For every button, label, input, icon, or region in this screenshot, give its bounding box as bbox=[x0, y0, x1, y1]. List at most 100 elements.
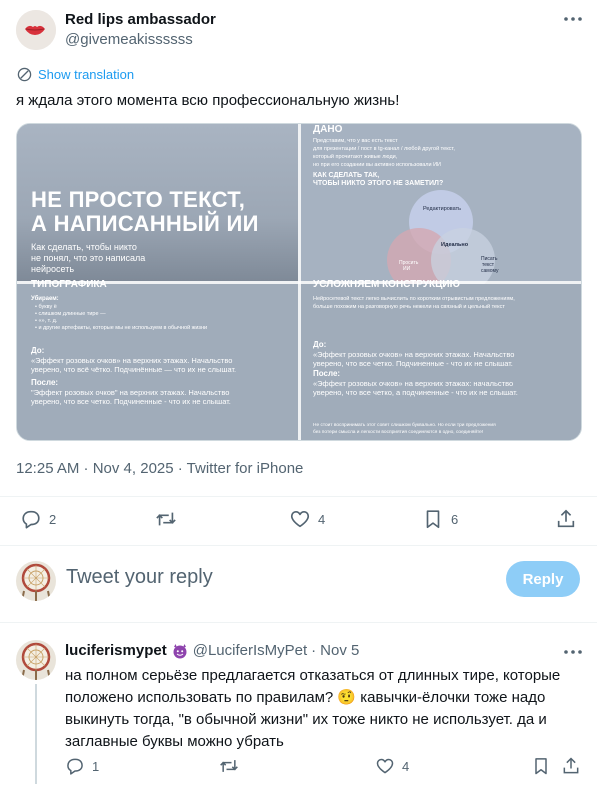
venn-label-ai: ИИ bbox=[403, 266, 411, 272]
show-translation-link[interactable]: Show translation bbox=[17, 67, 134, 82]
like-icon bbox=[290, 511, 310, 528]
author-handle[interactable]: @givemeakissssss bbox=[65, 31, 193, 48]
slide-typography-b1: • букву ё bbox=[35, 304, 57, 310]
comment-line-4: заглавные буквы можно убрать bbox=[65, 733, 284, 750]
divider bbox=[0, 622, 597, 623]
comment-like-button[interactable]: 4 bbox=[375, 756, 409, 776]
separator-dot: · bbox=[311, 642, 317, 659]
comment-bookmark-button[interactable] bbox=[531, 756, 551, 776]
slide-given: ДАНО Представим, что у вас есть текст дл… bbox=[301, 124, 581, 284]
comment-author-handle[interactable]: @LuciferIsMyPet bbox=[193, 642, 307, 659]
dreamcatcher-avatar-icon bbox=[16, 640, 56, 680]
comment-author-name[interactable]: luciferismypet bbox=[65, 642, 167, 659]
lips-avatar-icon bbox=[16, 10, 56, 50]
slide-typography-before-2: уверено, что всё чётко. Подчинённые — чт… bbox=[31, 365, 237, 374]
reply-icon bbox=[22, 510, 40, 529]
tweet-text: я ждала этого момента всю профессиональн… bbox=[16, 92, 400, 109]
slide-construction-before-1: «Эффект розовых очков» на верхних этажах… bbox=[313, 350, 515, 359]
thread-line bbox=[35, 684, 37, 784]
slide-typography-after-1: "Эффект розовых очков" на верхних этажах… bbox=[31, 388, 230, 397]
venn-diagram bbox=[387, 190, 495, 284]
more-icon bbox=[564, 650, 582, 654]
devil-emoji-icon bbox=[173, 643, 187, 658]
slide-construction-after-2: уверено, что все четко, а подчиненные - … bbox=[313, 388, 518, 397]
author-avatar[interactable] bbox=[16, 10, 56, 50]
slide-subtitle-3: нейросеть bbox=[31, 264, 75, 274]
bookmark-icon bbox=[535, 758, 547, 775]
slide-construction-after: После: bbox=[313, 369, 341, 378]
slide-typography-before-1: «Эффект розовых очков» на верхних этажах… bbox=[31, 356, 233, 365]
slide-construction-line1: Нейросетевой текст легко вычислить по ко… bbox=[313, 296, 515, 302]
venn-label-ideal: Идеально bbox=[441, 242, 469, 248]
comment-more-button[interactable] bbox=[563, 644, 583, 660]
comment-share-button[interactable] bbox=[561, 756, 581, 776]
tweet-timestamp[interactable]: 12:25 AM · Nov 4, 2025 · Twitter for iPh… bbox=[16, 460, 303, 477]
reply-icon bbox=[67, 758, 83, 775]
comment-header: luciferismypet @LuciferIsMyPet · Nov 5 bbox=[65, 642, 359, 659]
dreamcatcher-avatar-icon bbox=[16, 561, 56, 601]
slide-typography-b3: • «», т. д. bbox=[35, 318, 58, 324]
slide-typography-after: После: bbox=[31, 378, 59, 387]
comment-time[interactable]: Nov 5 bbox=[320, 642, 359, 659]
slide-typography-b2: • слишком длинные тире — bbox=[35, 311, 106, 317]
comment-author-avatar[interactable] bbox=[16, 640, 56, 680]
slide-construction-before: До: bbox=[313, 340, 327, 349]
slide-construction-line2: больше похожим на разговорную речь нежел… bbox=[313, 304, 505, 310]
slide-subtitle-2: не понял, что это написала bbox=[31, 253, 146, 263]
comment-like-count: 4 bbox=[402, 758, 410, 774]
like-count: 4 bbox=[318, 511, 326, 527]
tweet-actions: 2 4 6 bbox=[16, 508, 582, 530]
slide-given-question2: ЧТОБЫ НИКТО ЭТОГО НЕ ЗАМЕТИЛ? bbox=[313, 180, 444, 187]
bookmark-button[interactable]: 6 bbox=[422, 508, 458, 530]
slide-typography-remove: Убираем: bbox=[31, 296, 59, 302]
divider bbox=[0, 545, 597, 546]
slide-given-line1: Представим, что у вас есть текст bbox=[313, 138, 398, 144]
author-name[interactable]: Red lips ambassador bbox=[65, 11, 216, 28]
current-user-avatar[interactable] bbox=[16, 561, 56, 601]
slide-typography-after-2: уверено, что все четко. Подчиненные - чт… bbox=[31, 397, 231, 406]
slide-title-line2: А НАПИСАННЫЙ ИИ bbox=[31, 211, 259, 236]
reply-count: 2 bbox=[49, 511, 57, 527]
slide-construction: УСЛОЖНЯЕМ КОНСТРУКЦИЮ Нейросетевой текст… bbox=[301, 279, 581, 440]
reply-button[interactable]: 2 bbox=[20, 508, 56, 530]
share-button[interactable] bbox=[555, 508, 577, 530]
comment-reply-count: 1 bbox=[92, 758, 100, 774]
slide-construction-after-1: «Эффект розовых очков» на верхних этажах… bbox=[313, 379, 514, 388]
share-icon bbox=[563, 757, 579, 774]
slide-construction-foot1: Не стоит воспринимать этот совет слишком… bbox=[313, 423, 496, 428]
slide-construction-before-2: уверено, что все четко. Подчиненные - чт… bbox=[313, 359, 513, 368]
venn-label-edit: Редактировать bbox=[423, 206, 461, 212]
like-button[interactable]: 4 bbox=[289, 508, 325, 530]
slide-given-line2: для презентации / пост в tg-канал / любо… bbox=[313, 146, 455, 152]
comment-retweet-button[interactable] bbox=[219, 756, 239, 776]
divider bbox=[0, 496, 597, 497]
comment-text: на полном серьёзе предлагается отказатьс… bbox=[65, 665, 585, 753]
comment-line-3: выкинуть тогда, "в обычной жизни" их тож… bbox=[65, 711, 547, 728]
slide-typography-b4: • и другие артефакты, которые мы не испо… bbox=[35, 325, 208, 331]
slide-subtitle-1: Как сделать, чтобы никто bbox=[31, 242, 137, 252]
media-divider-horizontal bbox=[17, 281, 581, 284]
more-button[interactable] bbox=[563, 11, 583, 27]
slide-typography-before: До: bbox=[31, 346, 45, 355]
reply-input[interactable]: Tweet your reply bbox=[66, 566, 213, 589]
comment-actions: 1 4 bbox=[65, 756, 585, 778]
like-icon bbox=[376, 758, 394, 774]
more-icon bbox=[564, 17, 582, 21]
bookmark-count: 6 bbox=[451, 511, 459, 527]
comment-reply-button[interactable]: 1 bbox=[65, 756, 99, 776]
slide-given-header: ДАНО bbox=[313, 124, 343, 135]
slide-given-line4: но при его создании вы активно использов… bbox=[313, 162, 442, 168]
slide-given-question1: КАК СДЕЛАТЬ ТАК, bbox=[313, 172, 380, 179]
retweet-icon bbox=[156, 512, 176, 526]
comment-line-2: положено использовать по правилам? 🤨 кав… bbox=[65, 689, 546, 706]
share-icon bbox=[557, 509, 575, 528]
slide-given-line3: который прочитают живые люди, bbox=[313, 154, 398, 160]
bookmark-icon bbox=[426, 510, 440, 529]
venn-label-self: самому bbox=[481, 268, 499, 274]
slide-construction-foot2: без потери смысла и легкости восприятия … bbox=[313, 430, 484, 435]
slide-title-line1: НЕ ПРОСТО ТЕКСТ, bbox=[31, 187, 246, 212]
reply-submit-button[interactable]: Reply bbox=[506, 561, 580, 597]
slide-typography: ТИПОГРАФИКА Убираем: • букву ё • слишком… bbox=[17, 279, 298, 440]
retweet-button[interactable] bbox=[155, 508, 177, 530]
tweet-image[interactable]: НЕ ПРОСТО ТЕКСТ, А НАПИСАННЫЙ ИИ Как сде… bbox=[16, 123, 582, 441]
